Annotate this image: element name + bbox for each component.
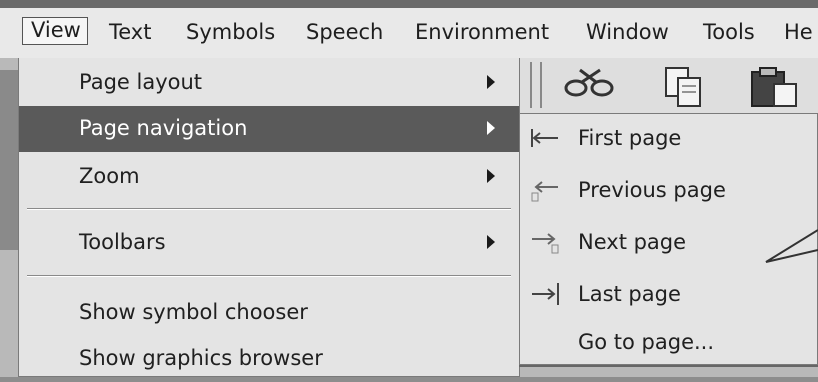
- menu-item-show-symbol-chooser[interactable]: Show symbol chooser: [19, 290, 519, 336]
- menubar-environment[interactable]: Environment: [415, 20, 549, 44]
- next-page-icon: [528, 229, 562, 255]
- menu-item-label: Show symbol chooser: [79, 300, 308, 324]
- menu-item-label: Page navigation: [79, 116, 248, 140]
- paste-icon[interactable]: [748, 64, 808, 114]
- submenu-arrow-icon: [487, 121, 495, 135]
- submenu-item-label: Previous page: [578, 178, 726, 202]
- submenu-item-label: Next page: [578, 230, 687, 254]
- menu-separator: [27, 275, 511, 277]
- submenu-arrow-icon: [487, 169, 495, 183]
- copy-icon[interactable]: [662, 64, 706, 114]
- menu-item-label: Zoom: [79, 164, 140, 188]
- callout-pointer: [765, 229, 818, 263]
- previous-page-icon: [528, 177, 562, 203]
- last-page-icon: [528, 281, 562, 307]
- menubar-tools[interactable]: Tools: [703, 20, 755, 44]
- menu-item-toolbars[interactable]: Toolbars: [19, 220, 519, 266]
- menu-item-label: Show graphics browser: [79, 346, 323, 370]
- submenu-item-last-page[interactable]: Last page: [520, 270, 817, 320]
- menu-item-zoom[interactable]: Zoom: [19, 154, 519, 200]
- app-left-edge: [0, 70, 20, 250]
- cut-icon[interactable]: [560, 64, 620, 110]
- menu-item-show-graphics-browser[interactable]: Show graphics browser: [19, 336, 519, 382]
- menubar: View Text Symbols Speech Environment Win…: [0, 0, 818, 58]
- view-menu: Page layout Page navigation Zoom Toolbar…: [18, 58, 520, 377]
- menubar-text[interactable]: Text: [109, 20, 151, 44]
- submenu-item-label: First page: [578, 126, 682, 150]
- submenu-item-first-page[interactable]: First page: [520, 114, 817, 164]
- menu-item-label: Page layout: [79, 70, 203, 94]
- submenu-item-go-to-page[interactable]: Go to page...: [520, 318, 817, 368]
- menubar-speech[interactable]: Speech: [306, 20, 383, 44]
- menubar-window[interactable]: Window: [586, 20, 669, 44]
- menubar-view[interactable]: View: [22, 17, 88, 45]
- submenu-item-label: Go to page...: [578, 330, 715, 354]
- submenu-item-previous-page[interactable]: Previous page: [520, 166, 817, 216]
- submenu-item-label: Last page: [578, 282, 681, 306]
- submenu-arrow-icon: [487, 75, 495, 89]
- menu-separator: [27, 208, 511, 210]
- menubar-symbols[interactable]: Symbols: [186, 20, 275, 44]
- toolbar-separator: [530, 62, 542, 108]
- menubar-help[interactable]: He: [784, 20, 813, 44]
- first-page-icon: [528, 125, 562, 151]
- menu-item-page-navigation[interactable]: Page navigation: [19, 106, 519, 152]
- menu-item-page-layout[interactable]: Page layout: [19, 60, 519, 106]
- submenu-arrow-icon: [487, 235, 495, 249]
- menu-item-label: Toolbars: [79, 230, 166, 254]
